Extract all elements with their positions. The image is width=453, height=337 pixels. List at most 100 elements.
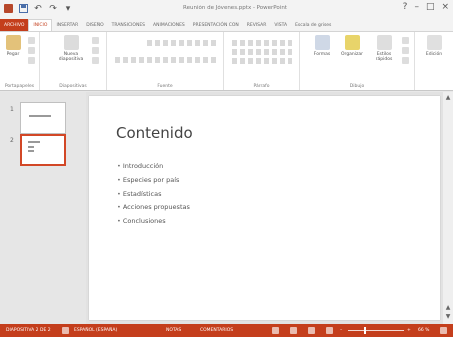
paragraph-group: Párrafo bbox=[224, 32, 300, 90]
normal-view-icon[interactable] bbox=[272, 327, 279, 334]
clipboard-icon bbox=[5, 35, 21, 50]
shape-fill-icon[interactable] bbox=[402, 37, 409, 44]
quick-styles-button[interactable]: Estilos rápidos bbox=[370, 35, 398, 62]
help-button[interactable]: ? bbox=[403, 2, 408, 12]
bullet-item: Estadísticas bbox=[117, 188, 190, 202]
bullet-item: Conclusiones bbox=[117, 215, 190, 229]
binoculars-icon bbox=[426, 35, 442, 50]
shapes-label: Formas bbox=[313, 52, 331, 57]
shapes-button[interactable]: Formas bbox=[310, 35, 334, 57]
zoom-slider[interactable] bbox=[348, 330, 404, 331]
tab-transitions[interactable]: TRANSICIONES bbox=[108, 19, 149, 31]
shape-outline-icon[interactable] bbox=[402, 47, 409, 54]
slide-editor: Contenido Introducción Especies por país… bbox=[86, 92, 453, 324]
bullet-list[interactable]: Introducción Especies por país Estadísti… bbox=[117, 160, 190, 229]
arrange-label: Organizar bbox=[341, 52, 363, 57]
comments-button[interactable]: COMENTARIOS bbox=[200, 328, 233, 333]
save-icon bbox=[18, 4, 28, 13]
slide-indicator: DIAPOSITIVA 2 DE 2 bbox=[6, 328, 51, 333]
indent-buttons[interactable] bbox=[232, 49, 292, 55]
find-label: Edición bbox=[425, 52, 443, 57]
bullet-item: Especies por país bbox=[117, 174, 190, 188]
clipboard-group: Pegar Portapapeles bbox=[0, 32, 40, 90]
redo-icon: ↷ bbox=[49, 3, 57, 14]
thumbnail-bullet-line bbox=[28, 146, 34, 148]
arrange-button[interactable]: Organizar bbox=[338, 35, 366, 57]
cut-icon[interactable] bbox=[28, 37, 35, 44]
undo-button[interactable]: ↶ bbox=[33, 3, 43, 14]
save-button[interactable] bbox=[18, 3, 28, 14]
list-buttons[interactable] bbox=[232, 40, 292, 46]
slideshow-icon[interactable] bbox=[326, 327, 333, 334]
language-indicator[interactable]: ESPAÑOL (ESPAÑA) bbox=[74, 328, 117, 333]
quick-access-toolbar: ↶ ↷ ▾ bbox=[4, 3, 73, 14]
alignment-buttons[interactable] bbox=[232, 58, 292, 64]
powerpoint-logo-icon bbox=[4, 4, 13, 13]
window-controls: ? – □ × bbox=[403, 2, 449, 12]
find-button[interactable]: Edición bbox=[421, 35, 447, 57]
format-painter-icon[interactable] bbox=[28, 57, 35, 64]
vertical-scrollbar[interactable]: ▲ ▲ ▼ bbox=[443, 92, 453, 324]
thumbnail-bullet-line bbox=[28, 150, 34, 152]
bullet-item: Introducción bbox=[117, 160, 190, 174]
tab-view[interactable]: VISTA bbox=[270, 19, 291, 31]
thumbnail-number: 1 bbox=[10, 106, 14, 113]
customize-qat-button[interactable]: ▾ bbox=[63, 3, 73, 14]
arrange-icon bbox=[344, 35, 360, 50]
slide-thumbnail-pane: 1 2 bbox=[0, 92, 86, 324]
fit-to-window-icon[interactable] bbox=[440, 327, 447, 334]
tab-slideshow[interactable]: PRESENTACIÓN CON bbox=[189, 19, 243, 31]
redo-button[interactable]: ↷ bbox=[48, 3, 58, 14]
slide-thumbnail-1[interactable] bbox=[20, 102, 66, 134]
new-slide-label: Nueva diapositiva bbox=[58, 52, 84, 62]
title-bar: ↶ ↷ ▾ Reunión de Jóvenes.pptx - PowerPoi… bbox=[0, 0, 453, 19]
paste-button[interactable]: Pegar bbox=[2, 35, 24, 57]
shape-effects-icon[interactable] bbox=[402, 57, 409, 64]
tab-animations[interactable]: ANIMACIONES bbox=[149, 19, 189, 31]
font-group: Fuente bbox=[107, 32, 224, 90]
scroll-up-icon[interactable]: ▲ bbox=[444, 94, 452, 102]
chevron-down-icon: ▾ bbox=[65, 3, 71, 14]
reading-view-icon[interactable] bbox=[308, 327, 315, 334]
tab-insert[interactable]: INSERTAR bbox=[52, 19, 82, 31]
zoom-in-button[interactable]: + bbox=[407, 328, 411, 333]
shapes-icon bbox=[314, 35, 330, 50]
new-slide-icon bbox=[63, 35, 79, 50]
current-slide[interactable]: Contenido Introducción Especies por país… bbox=[89, 96, 440, 320]
previous-slide-icon[interactable]: ▲ bbox=[444, 304, 452, 312]
layout-icon[interactable] bbox=[92, 37, 99, 44]
notes-button[interactable]: NOTAS bbox=[166, 328, 181, 333]
tab-file[interactable]: ARCHIVO bbox=[0, 19, 29, 31]
next-slide-icon[interactable]: ▼ bbox=[444, 313, 452, 321]
tab-design[interactable]: DISEÑO bbox=[82, 19, 107, 31]
font-name-combobox[interactable] bbox=[147, 40, 217, 46]
ribbon-tab-bar: ARCHIVO INICIO INSERTAR DISEÑO TRANSICIO… bbox=[0, 19, 453, 31]
zoom-out-button[interactable]: – bbox=[340, 328, 342, 333]
copy-icon[interactable] bbox=[28, 47, 35, 54]
zoom-level[interactable]: 66 % bbox=[418, 328, 429, 333]
ribbon: Pegar Portapapeles Nueva diapositiva Dia… bbox=[0, 31, 453, 91]
tab-grayscale[interactable]: Escala de grises bbox=[291, 19, 335, 31]
undo-icon: ↶ bbox=[34, 3, 42, 14]
close-button[interactable]: × bbox=[441, 2, 449, 12]
quick-styles-label: Estilos rápidos bbox=[375, 52, 393, 62]
slide-thumbnail-2[interactable] bbox=[20, 134, 66, 166]
spellcheck-icon[interactable] bbox=[62, 327, 69, 334]
tab-review[interactable]: REVISAR bbox=[243, 19, 271, 31]
thumbnail-title-line bbox=[29, 115, 51, 117]
maximize-button[interactable]: □ bbox=[426, 2, 435, 12]
thumbnail-title-line bbox=[28, 141, 40, 143]
minimize-button[interactable]: – bbox=[414, 2, 419, 12]
window-title: Reunión de Jóvenes.pptx - PowerPoint bbox=[183, 5, 287, 11]
section-icon[interactable] bbox=[92, 57, 99, 64]
drawing-group: Formas Organizar Estilos rápidos Dibujo bbox=[300, 32, 415, 90]
slide-sorter-icon[interactable] bbox=[290, 327, 297, 334]
zoom-slider-thumb[interactable] bbox=[364, 327, 367, 334]
reset-icon[interactable] bbox=[92, 47, 99, 54]
new-slide-button[interactable]: Nueva diapositiva bbox=[56, 35, 86, 62]
font-formatting-buttons[interactable] bbox=[115, 57, 219, 63]
tab-home[interactable]: INICIO bbox=[28, 19, 53, 31]
quick-styles-icon bbox=[376, 35, 392, 50]
editing-group: Edición bbox=[415, 32, 453, 90]
slide-title[interactable]: Contenido bbox=[116, 124, 193, 142]
